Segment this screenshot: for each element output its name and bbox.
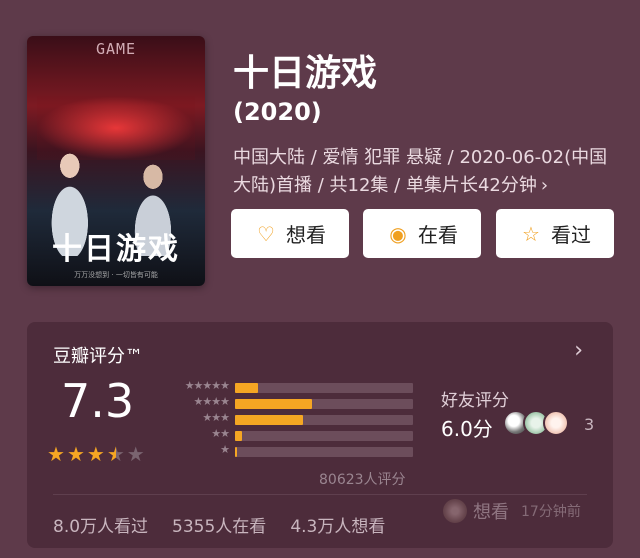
watched-button[interactable]: ☆ 看过 (496, 209, 614, 258)
distribution-row-2: ★★ (167, 427, 417, 444)
show-meta-text: 中国大陆 / 爱情 犯罪 悬疑 / 2020-06-02(中国大陆)首播 / 共… (233, 147, 608, 196)
want-count[interactable]: 4.3万人想看 (290, 512, 385, 537)
poster-en-title: GAME (95, 40, 137, 58)
watching-label: 在看 (418, 223, 458, 247)
watched-count[interactable]: 8.0万人看过 (53, 512, 148, 537)
watching-button[interactable]: ◉ 在看 (363, 209, 481, 258)
poster-logo: 十日游戏 (52, 232, 180, 267)
star-full-icon: ★ (47, 442, 65, 466)
watching-count[interactable]: 5355人在看 (172, 512, 266, 537)
show-year: (2020) (233, 98, 322, 126)
watched-label: 看过 (551, 223, 591, 247)
activity-feed-item[interactable]: 想看 17分钟前 (443, 498, 581, 524)
distribution-fill (235, 415, 303, 425)
distribution-row-4: ★★★★ (167, 395, 417, 412)
rating-count: 80623人评分 (319, 472, 406, 488)
feed-action: 想看 (473, 502, 509, 523)
distribution-track (235, 415, 413, 425)
chevron-right-icon: › (540, 175, 549, 196)
distribution-track (235, 431, 413, 441)
distribution-label: ★★★★★ (184, 379, 230, 392)
star-full-icon: ★ (66, 442, 85, 466)
divider (53, 494, 587, 495)
distribution-row-5: ★★★★★ (167, 379, 417, 396)
rating-card[interactable]: 豆瓣评分™ › 7.3 ★ ★ ★ ★ ★ ★★★★★ ★★★★ ★★★ ★★ … (27, 322, 613, 548)
poster-image[interactable]: GAME 十日游戏 万万没想到 · 一切皆有可能 (27, 36, 205, 286)
star-full-icon: ★ (86, 442, 105, 466)
rating-stars: ★ ★ ★ ★ ★ (47, 444, 145, 464)
rating-distribution: ★★★★★ ★★★★ ★★★ ★★ ★ (167, 379, 417, 460)
want-to-watch-label: 想看 (286, 223, 326, 247)
friends-rating-label: 好友评分 (441, 391, 509, 411)
distribution-row-3: ★★★ (167, 411, 417, 428)
rating-title: 豆瓣评分™ (53, 346, 143, 367)
target-circle-icon: ◉ (389, 221, 407, 246)
feed-time: 17分钟前 (521, 504, 581, 520)
distribution-fill (235, 399, 312, 409)
poster-caption: 万万没想到 · 一切皆有可能 (74, 271, 158, 279)
distribution-track (235, 447, 413, 457)
distribution-track (235, 399, 413, 409)
distribution-row-1: ★ (167, 443, 417, 460)
distribution-label: ★★★ (202, 411, 230, 424)
watch-stats: 8.0万人看过 5355人在看 4.3万人想看 (53, 512, 385, 537)
distribution-label: ★★★★ (193, 395, 230, 408)
distribution-track (235, 383, 413, 393)
friends-count: 3 (584, 415, 595, 434)
distribution-label: ★★ (211, 427, 230, 440)
chevron-right-icon[interactable]: › (574, 338, 583, 363)
rating-score: 7.3 (61, 374, 135, 428)
star-outline-icon: ☆ (522, 221, 540, 246)
want-to-watch-button[interactable]: ♡ 想看 (231, 209, 349, 258)
distribution-fill (235, 447, 237, 457)
star-empty-icon: ★ (126, 442, 145, 466)
friends-rating-score: 6.0分 (441, 417, 493, 441)
heart-plus-icon: ♡ (257, 221, 275, 246)
show-title: 十日游戏 (233, 53, 378, 94)
show-meta[interactable]: 中国大陆 / 爱情 犯罪 悬疑 / 2020-06-02(中国大陆)首播 / 共… (233, 144, 613, 200)
distribution-label: ★ (220, 443, 230, 456)
avatar (443, 499, 467, 523)
avatar[interactable] (543, 410, 569, 436)
distribution-fill (235, 431, 243, 441)
star-half-icon: ★ (106, 442, 125, 466)
distribution-fill (235, 383, 259, 393)
friends-avatars[interactable] (503, 410, 569, 436)
